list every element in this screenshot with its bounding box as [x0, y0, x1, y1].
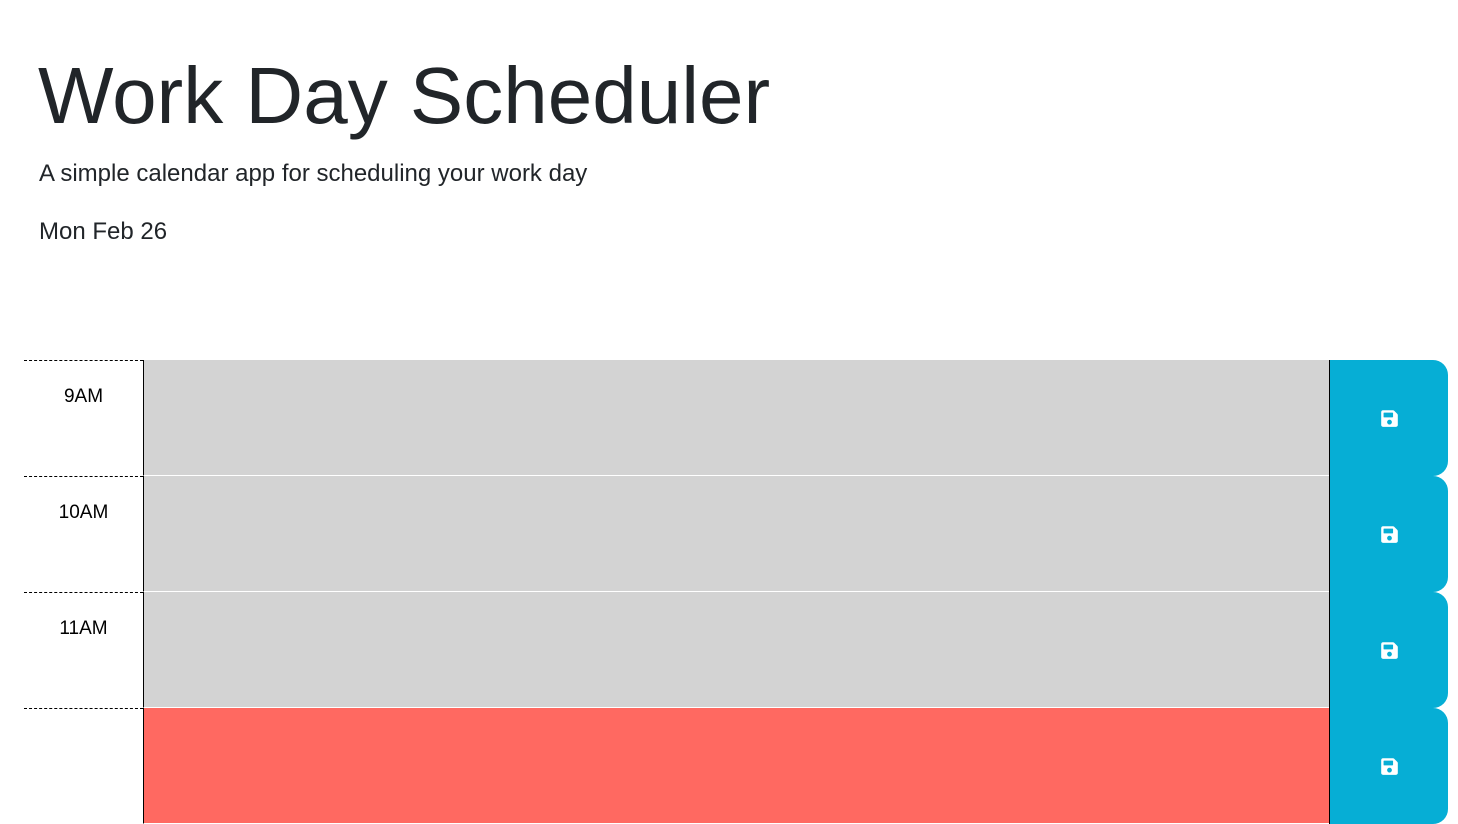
save-button[interactable] — [1329, 360, 1448, 476]
header: Work Day Scheduler A simple calendar app… — [0, 0, 1458, 300]
time-block-9am: 9AM — [24, 360, 1448, 476]
time-block-11am: 11AM — [24, 592, 1448, 708]
floppy-disk-icon — [1380, 641, 1399, 660]
save-button[interactable] — [1329, 592, 1448, 708]
event-description-input[interactable] — [143, 592, 1329, 708]
floppy-disk-icon — [1380, 757, 1399, 776]
page-title: Work Day Scheduler — [38, 51, 771, 140]
save-button[interactable] — [1329, 476, 1448, 592]
time-block-10am: 10AM — [24, 476, 1448, 592]
hour-label: 9AM — [24, 360, 143, 476]
event-description-input[interactable] — [143, 708, 1329, 824]
event-description-input[interactable] — [143, 476, 1329, 592]
floppy-disk-icon — [1380, 525, 1399, 544]
hour-label: 11AM — [24, 592, 143, 708]
hour-label: 10AM — [24, 476, 143, 592]
event-description-input[interactable] — [143, 360, 1329, 476]
hour-label — [24, 708, 143, 824]
current-day: Mon Feb 26 — [39, 218, 168, 245]
floppy-disk-icon — [1380, 409, 1399, 428]
time-block-12pm — [24, 708, 1448, 824]
save-button[interactable] — [1329, 708, 1448, 824]
page-subtitle: A simple calendar app for scheduling you… — [39, 160, 588, 187]
